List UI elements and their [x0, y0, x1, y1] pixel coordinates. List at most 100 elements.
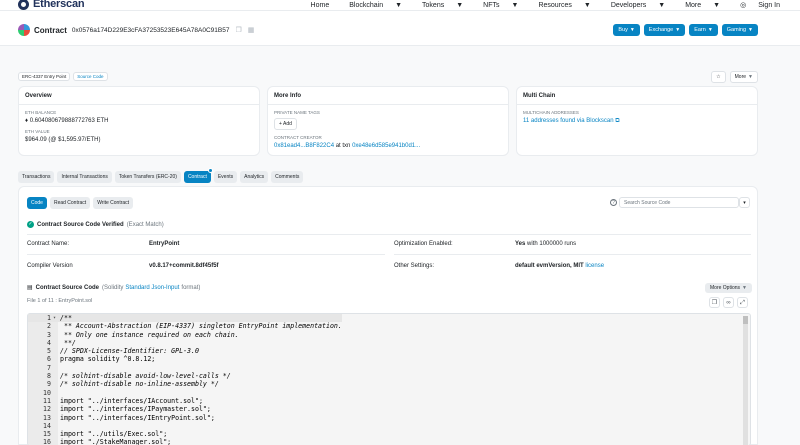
- tab-comments[interactable]: Comments: [271, 171, 304, 183]
- etherscan-logo-icon: [18, 0, 29, 10]
- code-line: 10: [28, 389, 342, 397]
- code-text: // SPDX-License-Identifier: GPL-3.0: [60, 347, 199, 356]
- more-options-button[interactable]: More Options ▼: [705, 283, 752, 293]
- contract-address: 0x0576a174D229E3cFA37253523E645A78A0C91B…: [71, 26, 230, 34]
- optimization-label: Optimization Enabled:: [394, 241, 453, 247]
- star-icon[interactable]: ☆: [711, 71, 726, 83]
- blockscan-link[interactable]: 11 addresses found via Blockscan: [523, 118, 614, 124]
- nav-developers[interactable]: Developers ▼: [601, 1, 675, 9]
- file-code-icon: ▤: [27, 285, 33, 291]
- search-dropdown-icon[interactable]: ▾: [739, 197, 750, 208]
- tab-internal-transactions[interactable]: Internal Transactions: [57, 171, 112, 183]
- code-line: 15 import "../utils/Exec.sol";: [28, 430, 342, 438]
- editor-scrollbar[interactable]: [743, 316, 748, 445]
- code-line: 16 import "./StakeManager.sol";: [28, 438, 342, 445]
- copy-icon[interactable]: ❐: [235, 26, 241, 34]
- multichain-title: Multi Chain: [517, 87, 757, 105]
- etherscan-logo[interactable]: Etherscan: [18, 0, 85, 10]
- address-tabs: Transactions Internal Transactions Token…: [18, 168, 304, 183]
- code-text: /* solhint-disable avoid-low-level-calls…: [60, 372, 231, 381]
- top-navbar: Etherscan Home Blockchain ▼ Tokens ▼ NFTs ▼…: [0, 0, 800, 11]
- nav-sign-in[interactable]: ◎ Sign In: [730, 1, 790, 10]
- nav-more[interactable]: More ▼: [675, 1, 730, 9]
- source-search-input[interactable]: Search Source Code: [619, 197, 739, 208]
- code-line: 12 import "../interfaces/IPaymaster.sol";: [28, 405, 342, 413]
- source-code-heading: ▤ Contract Source Code (Solidity Standar…: [27, 284, 201, 292]
- eth-balance-label: ETH BALANCE: [25, 110, 57, 115]
- verified-dot-icon: [207, 168, 213, 173]
- contract-name: EntryPoint: [149, 241, 180, 247]
- code-line: 3 ** Only one instance required on each …: [28, 331, 342, 339]
- nav-resources[interactable]: Resources ▼: [528, 1, 600, 9]
- tab-contract[interactable]: Contract: [183, 168, 213, 183]
- line-number: 7: [47, 363, 51, 372]
- subtab-code[interactable]: Code: [27, 197, 47, 209]
- line-number: 5: [47, 347, 51, 356]
- license-link[interactable]: license: [585, 263, 604, 269]
- json-input-link[interactable]: Standard Json-Input: [125, 285, 179, 291]
- earn-button[interactable]: Earn ▼: [689, 24, 718, 36]
- copy-icon[interactable]: ❐: [709, 297, 720, 308]
- code-line: 13 import "../interfaces/IEntryPoint.sol"…: [28, 414, 342, 422]
- chevron-down-icon: ▼: [511, 1, 519, 9]
- tab-analytics[interactable]: Analytics: [240, 171, 269, 183]
- tab-transactions[interactable]: Transactions: [18, 171, 55, 183]
- tab-token-transfers[interactable]: Token Transfers (ERC-20): [114, 171, 181, 183]
- other-settings-value: default evmVersion, MIT license: [515, 263, 605, 269]
- nav-tokens[interactable]: Tokens ▼: [412, 1, 473, 9]
- fullscreen-icon[interactable]: ⤢: [737, 297, 748, 308]
- chevron-down-icon: ▼: [748, 74, 753, 80]
- optimization-value: Yes with 1000000 runs: [515, 241, 577, 247]
- multichain-value: 11 addresses found via Blockscan ⧉: [523, 118, 751, 125]
- source-code-badge[interactable]: Source Code: [73, 72, 108, 81]
- buy-button[interactable]: Buy ▼: [613, 24, 640, 36]
- link-icon[interactable]: ∞: [723, 297, 734, 308]
- nav-home[interactable]: Home: [301, 1, 340, 9]
- multichain-card: Multi Chain MULTICHAIN ADDRESSES 11 addr…: [516, 86, 758, 156]
- contract-panel: Code Read Contract Write Contract ? Sear…: [18, 186, 758, 445]
- chevron-down-icon: ▼: [583, 1, 591, 9]
- code-line: 9 /* solhint-disable no-inline-assembly *…: [28, 380, 342, 388]
- creator-txn-link[interactable]: 0xe48e6d585e941b0d1...: [352, 143, 420, 149]
- editor-scroll-thumb[interactable]: [743, 316, 748, 324]
- file-label: File 1 of 11 : EntryPoint.sol: [27, 298, 93, 304]
- subtab-write-contract[interactable]: Write Contract: [93, 197, 134, 209]
- contract-title: Contract 0x0576a174D229E3cFA37253523E645…: [18, 24, 254, 36]
- tab-events[interactable]: Events: [213, 171, 238, 183]
- line-number: 13: [43, 413, 51, 422]
- add-tag-button[interactable]: + Add: [274, 118, 297, 130]
- help-icon[interactable]: ?: [610, 199, 617, 206]
- check-circle-icon: ✓: [27, 221, 34, 228]
- chevron-down-icon: ▼: [629, 27, 635, 33]
- line-number: 15: [43, 430, 51, 439]
- creator-address-link[interactable]: 0x81ead4...B8F822C4: [274, 143, 334, 149]
- compiler-version: v0.8.17+commit.8df45f5f: [149, 263, 219, 269]
- code-text: ** Only one instance required on each ch…: [60, 330, 239, 339]
- qr-code-icon[interactable]: ▦: [248, 26, 255, 34]
- code-text: import "../interfaces/IAccount.sol";: [60, 396, 203, 405]
- more-info-card: More Info PRIVATE NAME TAGS + Add CONTRA…: [267, 86, 509, 156]
- exchange-button[interactable]: Exchange ▼: [643, 24, 686, 36]
- subtab-read-contract[interactable]: Read Contract: [49, 197, 91, 209]
- gaming-button[interactable]: Gaming ▼: [721, 24, 758, 36]
- nav-nfts[interactable]: NFTs ▼: [473, 1, 528, 9]
- contract-label: Contract: [34, 25, 67, 35]
- external-link-icon: ⧉: [615, 118, 620, 124]
- contract-avatar: [18, 24, 30, 36]
- fold-arrow-icon[interactable]: ▾: [51, 314, 58, 322]
- more-button[interactable]: More ▼: [729, 71, 758, 83]
- erc4337-badge[interactable]: ERC-4337 Entry Point: [18, 72, 71, 81]
- nav-blockchain[interactable]: Blockchain ▼: [339, 1, 412, 9]
- code-line: 2 ** Account-Abstraction (EIP-4337) sing…: [28, 322, 342, 330]
- line-number: 2: [47, 322, 51, 331]
- right-tools: ☆ More ▼: [711, 71, 758, 83]
- code-editor[interactable]: 1 ▾/** 2 ** Account-Abstraction (EIP-4337)…: [27, 313, 751, 445]
- divider: [394, 254, 751, 255]
